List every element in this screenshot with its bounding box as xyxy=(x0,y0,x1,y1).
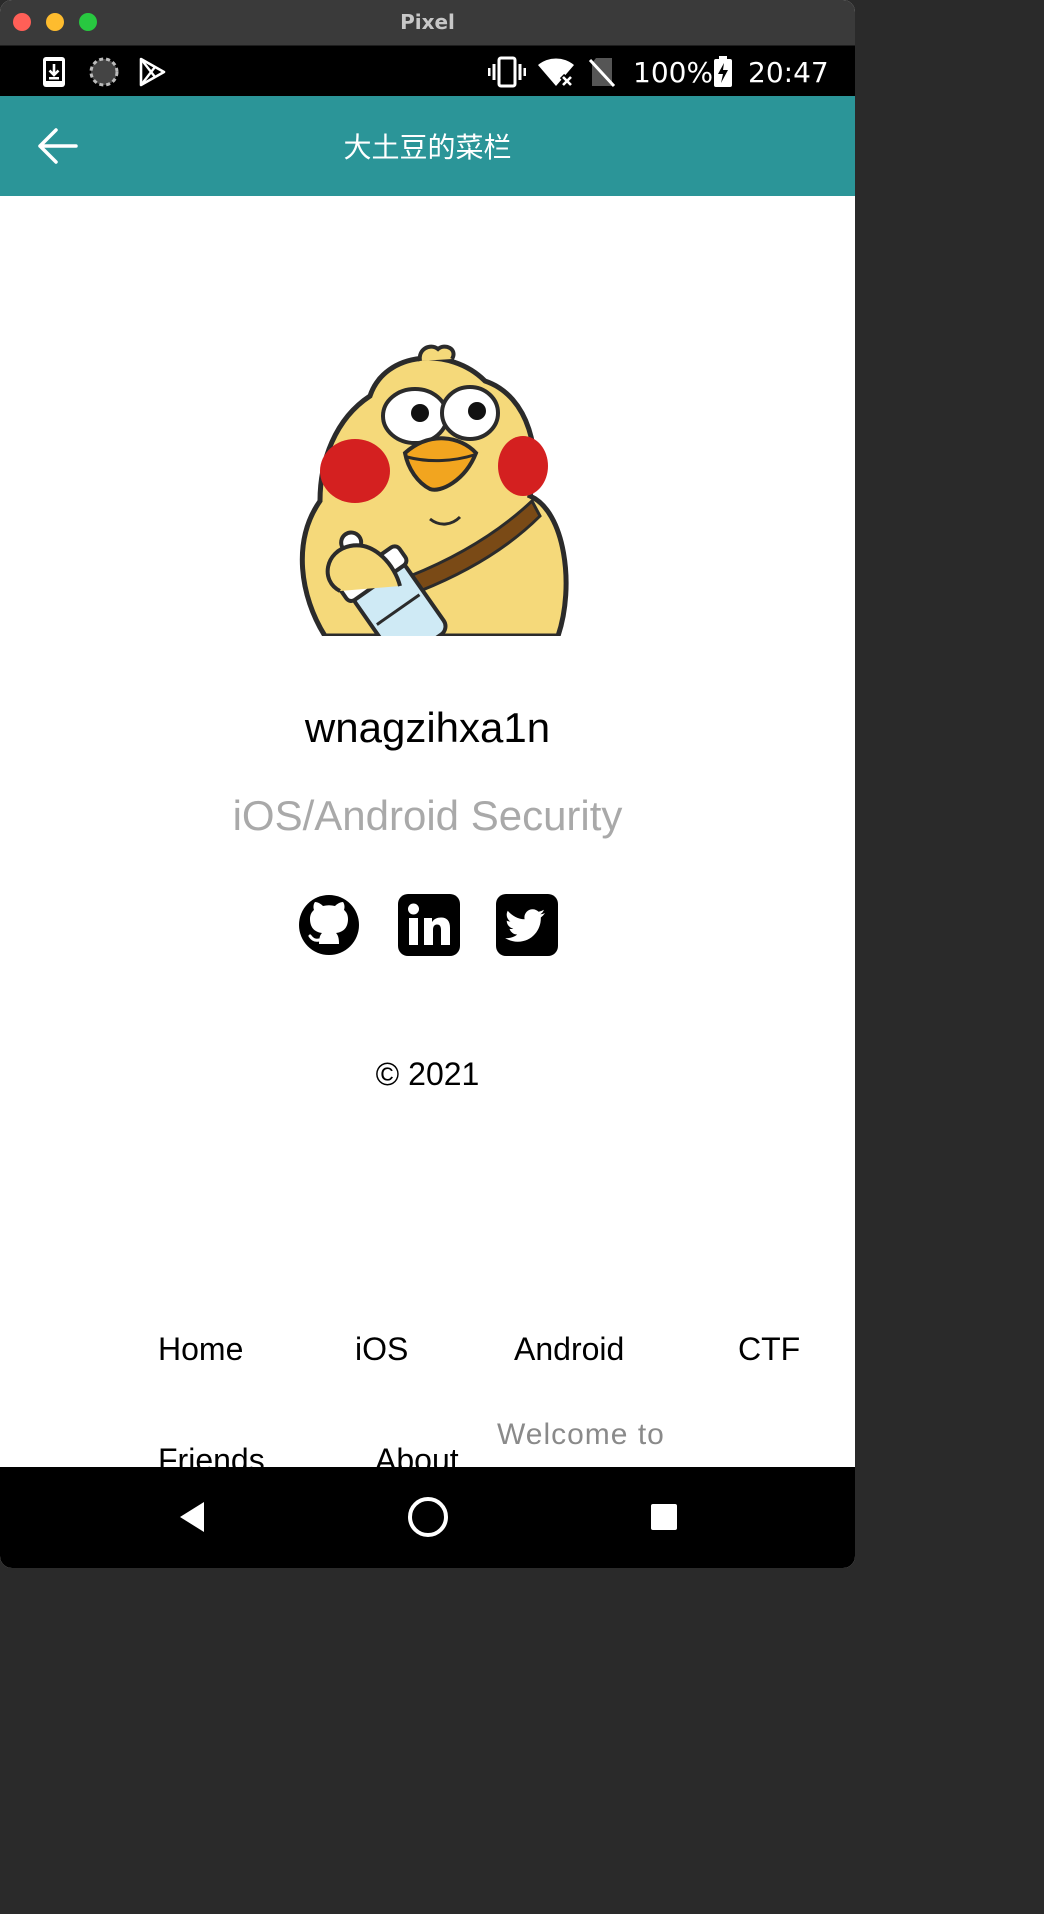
profile-name: wnagzihxa1n xyxy=(304,704,551,751)
vibrate-icon xyxy=(488,56,526,88)
download-icon xyxy=(43,57,65,87)
android-nav-bar xyxy=(0,1467,855,1568)
avatar xyxy=(299,344,569,636)
twitter-icon[interactable] xyxy=(496,894,558,956)
emulator-window: Pixel 100% 20:47 大土豆的菜栏 wnagzihxa1n iOS/… xyxy=(0,0,855,1568)
android-status-bar: 100% 20:47 xyxy=(0,46,855,96)
profile-subtitle: iOS/Android Security xyxy=(232,792,623,839)
linkedin-icon[interactable] xyxy=(398,894,460,956)
sync-icon xyxy=(89,57,119,87)
battery-charging-icon xyxy=(714,56,732,87)
nav-link-android[interactable]: Android xyxy=(514,1331,624,1368)
nav-link-friends[interactable]: Friends xyxy=(158,1442,265,1467)
nav-link-home[interactable]: Home xyxy=(158,1331,243,1368)
play-store-icon xyxy=(139,57,166,87)
nav-link-about[interactable]: About xyxy=(375,1442,459,1467)
nav-link-ios[interactable]: iOS xyxy=(355,1331,408,1368)
github-icon[interactable] xyxy=(298,894,360,956)
recents-square-icon[interactable] xyxy=(646,1495,682,1539)
app-title: 大土豆的菜栏 xyxy=(343,131,512,164)
page-content: wnagzihxa1n iOS/Android Security © 2021 … xyxy=(0,196,855,1467)
window-titlebar: Pixel xyxy=(0,0,855,46)
wifi-off-icon xyxy=(538,58,575,88)
app-bar: 大土豆的菜栏 xyxy=(0,96,855,196)
home-circle-icon[interactable] xyxy=(406,1495,450,1539)
back-triangle-icon[interactable] xyxy=(174,1495,208,1539)
copyright: © 2021 xyxy=(375,1056,480,1092)
window-title: Pixel xyxy=(400,10,455,34)
nav-link-ctf[interactable]: CTF xyxy=(738,1331,800,1368)
no-sim-icon xyxy=(588,58,616,88)
welcome-text: Welcome to xyxy=(497,1418,665,1451)
status-time: 20:47 xyxy=(748,56,829,89)
battery-percent: 100% xyxy=(633,56,714,89)
